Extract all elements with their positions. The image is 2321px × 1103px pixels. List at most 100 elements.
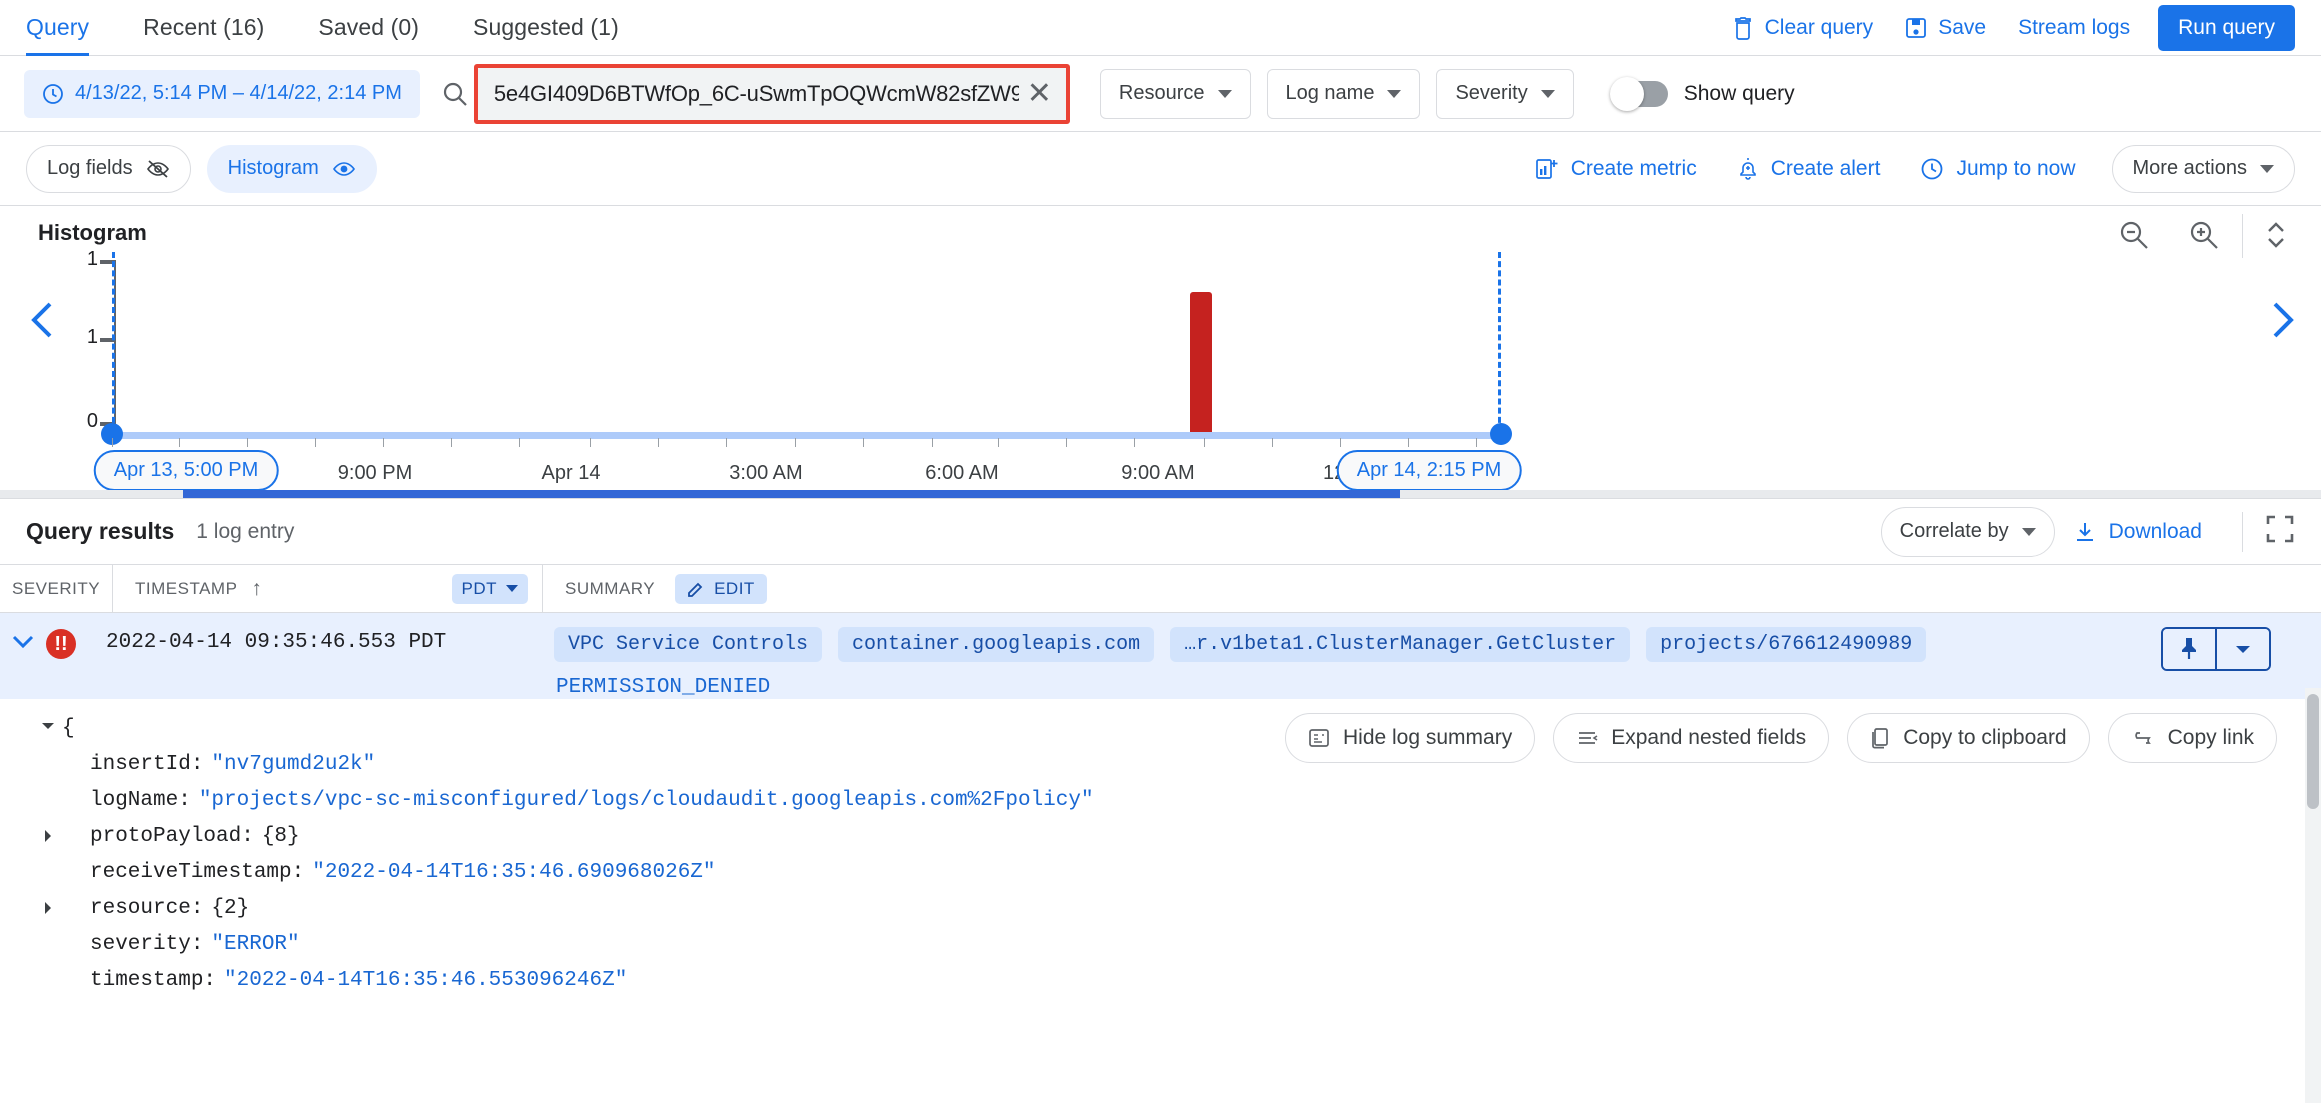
json-key: logName: <box>90 789 191 812</box>
histogram-resize-handle[interactable] <box>2263 216 2289 259</box>
histogram-toggle[interactable]: Histogram <box>206 144 377 193</box>
tab-recent[interactable]: Recent (16) <box>143 0 264 56</box>
resource-dropdown[interactable]: Resource <box>1099 68 1251 119</box>
create-alert-button[interactable]: Create alert <box>1719 149 1899 189</box>
x-tick-label: 9:00 PM <box>337 462 413 484</box>
histogram-next-button[interactable] <box>2265 298 2299 347</box>
copy-link-label: Copy link <box>2167 726 2254 749</box>
results-table-header: SEVERITY TIMESTAMP ↑ PDT SUMMARY EDIT <box>0 564 2321 613</box>
clear-query-button[interactable]: Clear query <box>1716 8 1890 48</box>
histogram-horizontal-scrollbar[interactable] <box>0 490 2321 498</box>
tab-query[interactable]: Query <box>26 0 89 56</box>
tab-suggested[interactable]: Suggested (1) <box>473 0 619 56</box>
download-label: Download <box>2108 519 2202 543</box>
filter-dropdowns: Resource Log name Severity Show query <box>1099 68 1795 119</box>
query-results-count: 1 log entry <box>196 519 295 543</box>
json-no-toggle <box>34 861 62 865</box>
scrollbar-thumb[interactable] <box>183 490 1400 498</box>
tab-saved[interactable]: Saved (0) <box>318 0 419 56</box>
run-query-button[interactable]: Run query <box>2158 4 2295 51</box>
expand-nested-fields-label: Expand nested fields <box>1611 726 1807 749</box>
timezone-dropdown[interactable]: PDT <box>451 573 528 604</box>
clear-input-icon[interactable]: ✕ <box>1019 78 1060 109</box>
json-toggle-closed-icon[interactable] <box>34 897 62 915</box>
resource-label: Resource <box>1118 82 1205 104</box>
json-toggle-closed-icon[interactable] <box>34 825 62 843</box>
json-value: "ERROR" <box>211 933 300 956</box>
histogram-bar[interactable] <box>1190 292 1212 432</box>
save-button[interactable]: Save <box>1889 8 2002 48</box>
copy-to-clipboard-button[interactable]: Copy to clipboard <box>1847 713 2090 763</box>
copy-link-button[interactable]: Copy link <box>2107 713 2277 763</box>
jump-to-now-button[interactable]: Jump to now <box>1902 149 2093 189</box>
json-value: "nv7gumd2u2k" <box>211 753 376 776</box>
timezone-label: PDT <box>461 578 497 598</box>
json-key: receiveTimestamp: <box>90 861 305 884</box>
chevron-down-icon <box>1217 89 1232 98</box>
summary-chip[interactable]: VPC Service Controls <box>554 627 823 662</box>
x-tick-label: 9:00 AM <box>1121 462 1195 484</box>
json-toggle-open-icon[interactable] <box>34 717 62 731</box>
hide-log-summary-button[interactable]: Hide log summary <box>1284 713 1536 763</box>
log-name-dropdown[interactable]: Log name <box>1266 68 1421 119</box>
eye-icon <box>332 159 356 179</box>
vertical-scrollbar[interactable] <box>2305 688 2321 1103</box>
summary-chip[interactable]: container.googleapis.com <box>838 627 1155 662</box>
summary-chip[interactable]: projects/676612490989 <box>1646 627 1927 662</box>
collapse-row-icon[interactable] <box>0 627 46 649</box>
log-summary: VPC Service Controls container.googleapi… <box>536 627 2321 699</box>
expand-nested-fields-button[interactable]: Expand nested fields <box>1553 713 1830 763</box>
pencil-icon <box>687 580 705 598</box>
clock-icon <box>1920 157 1944 181</box>
stream-logs-button[interactable]: Stream logs <box>2002 8 2146 48</box>
create-alert-label: Create alert <box>1770 156 1881 180</box>
json-line: protoPayload: {8} <box>34 825 2321 861</box>
summary-chip[interactable]: …r.v1beta1.ClusterManager.GetCluster <box>1170 627 1631 662</box>
json-key: resource: <box>90 897 204 920</box>
summary-label: SUMMARY <box>565 578 656 598</box>
more-actions-dropdown[interactable]: More actions <box>2111 144 2295 193</box>
json-value: "2022-04-14T16:35:46.690968026Z" <box>312 861 716 884</box>
column-header-timestamp[interactable]: TIMESTAMP ↑ PDT <box>112 564 542 613</box>
edit-summary-button[interactable]: EDIT <box>675 573 767 604</box>
time-range-picker[interactable]: 4/13/22, 5:14 PM – 4/14/22, 2:14 PM <box>24 69 420 118</box>
sort-ascending-icon[interactable]: ↑ <box>251 577 262 601</box>
vertical-scrollbar-thumb[interactable] <box>2307 694 2319 809</box>
histogram-prev-button[interactable] <box>26 298 60 347</box>
create-metric-label: Create metric <box>1570 156 1697 180</box>
fullscreen-icon[interactable] <box>2265 514 2295 549</box>
create-metric-button[interactable]: Create metric <box>1517 149 1715 189</box>
query-input-box[interactable]: 5e4GI409D6BTWfOp_6C-uSwmTpOQWcmW82sfZW9V… <box>473 63 1070 124</box>
column-header-summary[interactable]: SUMMARY EDIT <box>542 564 781 613</box>
json-value: "2022-04-14T16:35:46.553096246Z" <box>224 969 628 992</box>
time-range-label: 4/13/22, 5:14 PM – 4/14/22, 2:14 PM <box>75 82 402 104</box>
y-tick-2: 0 <box>86 410 98 432</box>
expand-list-icon <box>1576 728 1598 748</box>
range-end-chip[interactable]: Apr 14, 2:15 PM <box>1336 450 1522 491</box>
log-fields-toggle[interactable]: Log fields <box>26 144 191 193</box>
show-query-toggle[interactable] <box>1609 76 1668 111</box>
search-input[interactable]: 5e4GI409D6BTWfOp_6C-uSwmTpOQWcmW82sfZW9V… <box>494 81 1019 107</box>
zoom-in-icon[interactable] <box>2187 218 2221 257</box>
edit-label: EDIT <box>714 578 755 598</box>
logs-explorer-app: Query Recent (16) Saved (0) Suggested (1… <box>0 0 2321 1103</box>
zoom-out-icon[interactable] <box>2117 218 2151 257</box>
y-tick-0: 1 <box>86 248 98 270</box>
json-key: timestamp: <box>90 969 217 992</box>
log-fields-label: Log fields <box>47 157 133 179</box>
log-timestamp: 2022-04-14 09:35:46.553 PDT <box>106 631 447 654</box>
download-button[interactable]: Download <box>2055 512 2220 552</box>
pin-options-dropdown[interactable] <box>2217 629 2269 669</box>
severity-dropdown[interactable]: Severity <box>1436 68 1574 119</box>
query-results-title: Query results <box>26 518 175 544</box>
range-start-chip[interactable]: Apr 13, 5:00 PM <box>93 450 279 491</box>
correlate-by-dropdown[interactable]: Correlate by <box>1880 506 2055 557</box>
eye-off-icon <box>146 159 170 179</box>
pin-icon[interactable] <box>2163 629 2215 669</box>
json-no-toggle <box>34 789 62 793</box>
query-results-bar: Query results 1 log entry Correlate by D… <box>0 499 2321 565</box>
more-actions-label: More actions <box>2132 157 2248 179</box>
column-header-severity[interactable]: SEVERITY <box>0 565 112 613</box>
log-entry-row[interactable]: !! 2022-04-14 09:35:46.553 PDT VPC Servi… <box>0 613 2321 699</box>
histogram-panel: Histogram 1 1 0 Apr 13, 5:00 PM 9:00 PM … <box>0 206 2321 499</box>
